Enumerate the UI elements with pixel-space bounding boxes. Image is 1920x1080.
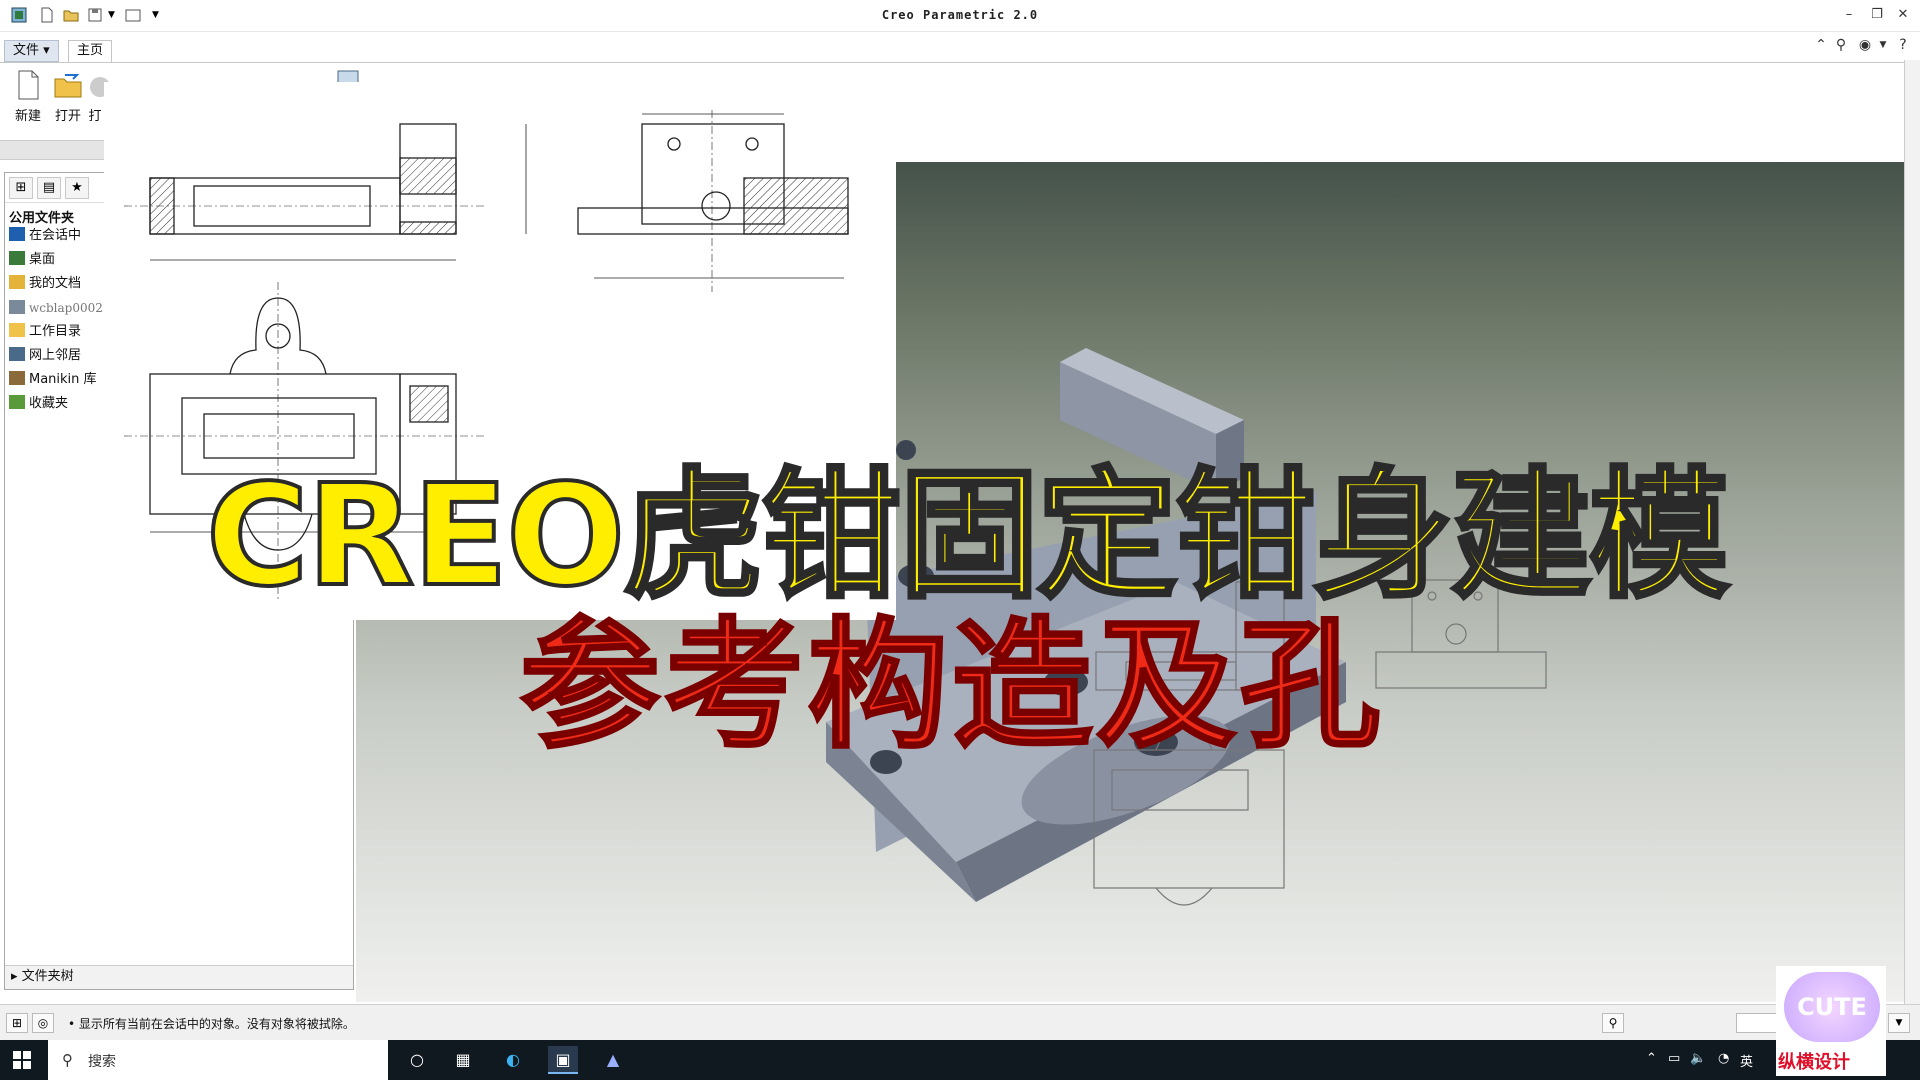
new-button-label: 新建 bbox=[14, 109, 41, 124]
task-view-icon[interactable]: ▦ bbox=[448, 1046, 478, 1074]
creo-app-window: ▼ ▼ Creo Parametric 2.0 – ❐ ✕ 文件 ▾ 主页 ⌃ … bbox=[0, 0, 1920, 1080]
help-icon[interactable]: ? bbox=[1894, 36, 1912, 54]
new-button[interactable]: 新建 bbox=[6, 69, 50, 139]
graphics-side-strip bbox=[1904, 60, 1920, 1004]
open-button-label: 打开 bbox=[54, 109, 81, 124]
edge-icon[interactable]: ◐ bbox=[498, 1046, 528, 1074]
folder-tree-toggle[interactable]: ▸ 文件夹树 bbox=[5, 965, 353, 989]
front-view bbox=[124, 123, 527, 261]
tab-home[interactable]: 主页 bbox=[68, 40, 113, 62]
video-subtitle: 参考构造及孔 bbox=[518, 605, 1385, 768]
window-title: Creo Parametric 2.0 bbox=[881, 8, 1039, 22]
nav-item-session[interactable]: 在会话中 bbox=[9, 225, 81, 247]
nav-item-label: Manikin 库 bbox=[29, 372, 97, 387]
favorites-tab-icon[interactable]: ★ bbox=[65, 177, 89, 199]
open-other-label: 打 bbox=[88, 109, 102, 124]
nav-item-label: wcblap0002 bbox=[29, 301, 103, 315]
watermark-text: 纵横设计 bbox=[1778, 1052, 1850, 1073]
browser-toggle-icon[interactable]: ◎ bbox=[32, 1013, 54, 1033]
nav-item-label: 收藏夹 bbox=[29, 396, 69, 411]
restore-icon[interactable]: ❐ bbox=[1866, 6, 1888, 24]
folder-browser-tab-icon[interactable]: ▤ bbox=[37, 177, 61, 199]
video-title: CREO虎钳固定钳身建模 bbox=[204, 455, 1731, 618]
nav-item-network[interactable]: 网上邻居 bbox=[9, 345, 81, 367]
selection-filter-dropdown-icon[interactable]: ▼ bbox=[1888, 1013, 1910, 1033]
expand-arrow-icon: ▸ bbox=[11, 969, 22, 984]
nav-item-desktop[interactable]: 桌面 bbox=[9, 249, 55, 271]
new-document-icon bbox=[18, 70, 39, 100]
battery-icon[interactable]: ▭ bbox=[1668, 1051, 1680, 1066]
wifi-icon[interactable]: ◔ bbox=[1718, 1051, 1729, 1066]
documents-icon bbox=[9, 275, 25, 289]
app-taskbar-icon[interactable]: ▲ bbox=[598, 1046, 628, 1074]
watermark-badge: CUTE bbox=[1784, 972, 1880, 1042]
desktop-icon bbox=[9, 251, 25, 265]
search-icon[interactable]: ⚲ bbox=[1832, 36, 1850, 54]
network-icon bbox=[9, 347, 25, 361]
collapse-ribbon-icon[interactable]: ⌃ bbox=[1812, 36, 1830, 54]
favorites-icon bbox=[9, 395, 25, 409]
model-tree-toggle-icon[interactable]: ⊞ bbox=[6, 1013, 28, 1033]
session-icon bbox=[9, 227, 25, 241]
folder-tree-label: 文件夹树 bbox=[21, 969, 74, 984]
find-icon[interactable]: ⚲ bbox=[1602, 1013, 1624, 1033]
ribbon-group-strip bbox=[0, 140, 104, 160]
start-icon[interactable] bbox=[12, 1050, 32, 1070]
navigator-header: 公用文件夹 bbox=[9, 211, 75, 226]
volume-icon[interactable]: 🔈 bbox=[1690, 1051, 1706, 1066]
nav-item-label: 工作目录 bbox=[29, 324, 82, 339]
tab-file[interactable]: 文件 ▾ bbox=[4, 40, 59, 62]
status-bar: ⊞ ◎ • 显示所有当前在会话中的对象。没有对象将被拭除。 ⚲ ▼ bbox=[0, 1004, 1920, 1040]
search-icon: ⚲ bbox=[62, 1051, 73, 1069]
close-icon[interactable]: ✕ bbox=[1892, 6, 1914, 24]
taskbar: ⚲ 搜索 ○ ▦ ◐ ▣ ▲ ⌃ ▭ 🔈 ◔ 英 bbox=[0, 1040, 1920, 1080]
nav-item-label: 桌面 bbox=[29, 252, 56, 267]
tray-chevron-icon[interactable]: ⌃ bbox=[1646, 1051, 1657, 1066]
folder-icon bbox=[9, 323, 25, 337]
library-icon bbox=[9, 371, 25, 385]
watermark-logo: CUTE 纵横设计 bbox=[1776, 966, 1886, 1076]
help-center-icon[interactable]: ◉ bbox=[1856, 36, 1874, 54]
cortana-icon[interactable]: ○ bbox=[402, 1046, 432, 1074]
help-dropdown-icon[interactable]: ▼ bbox=[1874, 36, 1892, 54]
nav-item-favorites[interactable]: 收藏夹 bbox=[9, 393, 68, 415]
nav-item-computer[interactable]: wcblap0002 bbox=[9, 297, 103, 319]
nav-item-label: 网上邻居 bbox=[29, 348, 82, 363]
computer-icon bbox=[9, 300, 25, 314]
nav-item-label: 在会话中 bbox=[29, 228, 82, 243]
nav-item-manikin[interactable]: Manikin 库 bbox=[9, 369, 97, 391]
nav-item-documents[interactable]: 我的文档 bbox=[9, 273, 81, 295]
status-message: • 显示所有当前在会话中的对象。没有对象将被拭除。 bbox=[68, 1017, 355, 1031]
ime-indicator[interactable]: 英 bbox=[1740, 1051, 1753, 1070]
taskbar-search[interactable]: ⚲ 搜索 bbox=[48, 1040, 388, 1080]
creo-taskbar-icon[interactable]: ▣ bbox=[548, 1046, 578, 1074]
open-folder-icon bbox=[54, 74, 82, 98]
search-placeholder: 搜索 bbox=[88, 1054, 116, 1070]
menu-bar: 文件 ▾ 主页 bbox=[0, 40, 1920, 62]
section-view bbox=[577, 110, 849, 292]
nav-item-working-dir[interactable]: 工作目录 bbox=[9, 321, 81, 343]
model-tree-tab-icon[interactable]: ⊞ bbox=[9, 177, 33, 199]
nav-item-label: 我的文档 bbox=[29, 276, 82, 291]
title-bar: ▼ ▼ Creo Parametric 2.0 – ❐ ✕ bbox=[0, 0, 1920, 32]
minimize-icon[interactable]: – bbox=[1838, 6, 1860, 24]
